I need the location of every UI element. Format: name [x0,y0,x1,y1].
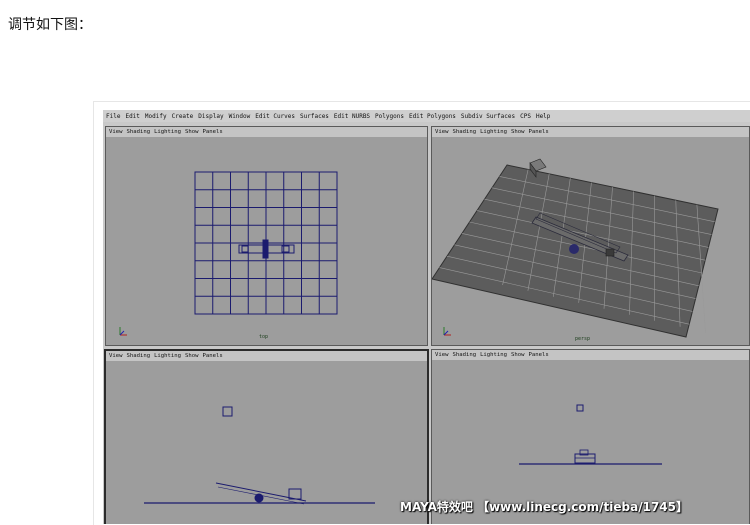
persp-axis-gizmo [443,327,451,336]
top-axis-gizmo [119,327,127,336]
viewport-front[interactable]: View Shading Lighting Show Panels [104,349,429,524]
viewport-top-label: top [259,334,269,340]
menu-display[interactable]: Display [198,113,223,120]
panel-menu-shading[interactable]: Shading [126,353,150,359]
panel-menu-panels[interactable]: Panels [203,129,223,135]
panel-menu-lighting[interactable]: Lighting [480,352,507,358]
menu-subdiv-surfaces[interactable]: Subdiv Surfaces [461,113,515,120]
menu-edit-nurbs[interactable]: Edit NURBS [334,113,370,120]
menu-cps[interactable]: CPS [520,113,531,120]
panel-menu-view[interactable]: View [435,129,448,135]
viewport-persp-label: persp [575,336,591,342]
menu-edit-curves[interactable]: Edit Curves [255,113,295,120]
side-cube [576,404,584,412]
panel-menu-shading[interactable]: Shading [126,129,150,135]
persp-view-scene [432,158,719,338]
menu-edit-polygons[interactable]: Edit Polygons [409,113,456,120]
top-view-scene [119,171,338,336]
panel-menu-panels[interactable]: Panels [203,353,223,359]
panel-menu-shading[interactable]: Shading [452,129,476,135]
viewport-top[interactable]: View Shading Lighting Show Panels top [105,126,428,346]
watermark-text: MAYA特效吧 【www.linecg.com/tieba/1745】 [400,500,689,514]
post-heading: 调节如下图： [8,17,92,33]
panel-menu-view[interactable]: View [435,352,448,358]
front-seesaw [215,482,307,505]
panel-menu-show[interactable]: Show [185,129,198,135]
viewport-front-menubar: View Shading Lighting Show Panels [106,351,427,361]
panel-menu-lighting[interactable]: Lighting [154,353,181,359]
panel-menu-show[interactable]: Show [185,353,198,359]
front-cube [222,406,233,417]
panel-menu-panels[interactable]: Panels [529,352,549,358]
viewport-side-menubar: View Shading Lighting Show Panels [432,350,749,360]
front-view-scene [144,406,375,505]
maya-window: File Edit Modify Create Display Window E… [103,110,750,524]
panel-menu-show[interactable]: Show [511,352,524,358]
panel-menu-shading[interactable]: Shading [452,352,476,358]
panel-menu-show[interactable]: Show [511,129,524,135]
menu-window[interactable]: Window [229,113,251,120]
menu-help[interactable]: Help [536,113,550,120]
viewport-front-canvas[interactable] [106,361,427,524]
maya-menubar: File Edit Modify Create Display Window E… [103,110,750,122]
viewport-persp[interactable]: View Shading Lighting Show Panels persp [431,126,750,346]
menu-create[interactable]: Create [172,113,194,120]
viewport-persp-canvas[interactable]: persp [432,137,749,345]
menu-modify[interactable]: Modify [145,113,167,120]
menu-edit[interactable]: Edit [125,113,139,120]
panel-menu-panels[interactable]: Panels [529,129,549,135]
panel-menu-view[interactable]: View [109,129,122,135]
menu-polygons[interactable]: Polygons [375,113,404,120]
panel-menu-view[interactable]: View [109,353,122,359]
side-seesaw [574,449,596,464]
panel-menu-lighting[interactable]: Lighting [480,129,507,135]
menu-file[interactable]: File [106,113,120,120]
viewport-top-menubar: View Shading Lighting Show Panels [106,127,427,137]
viewport-top-canvas[interactable]: top [106,137,427,345]
viewport-persp-menubar: View Shading Lighting Show Panels [432,127,749,137]
menu-surfaces[interactable]: Surfaces [300,113,329,120]
panel-menu-lighting[interactable]: Lighting [154,129,181,135]
